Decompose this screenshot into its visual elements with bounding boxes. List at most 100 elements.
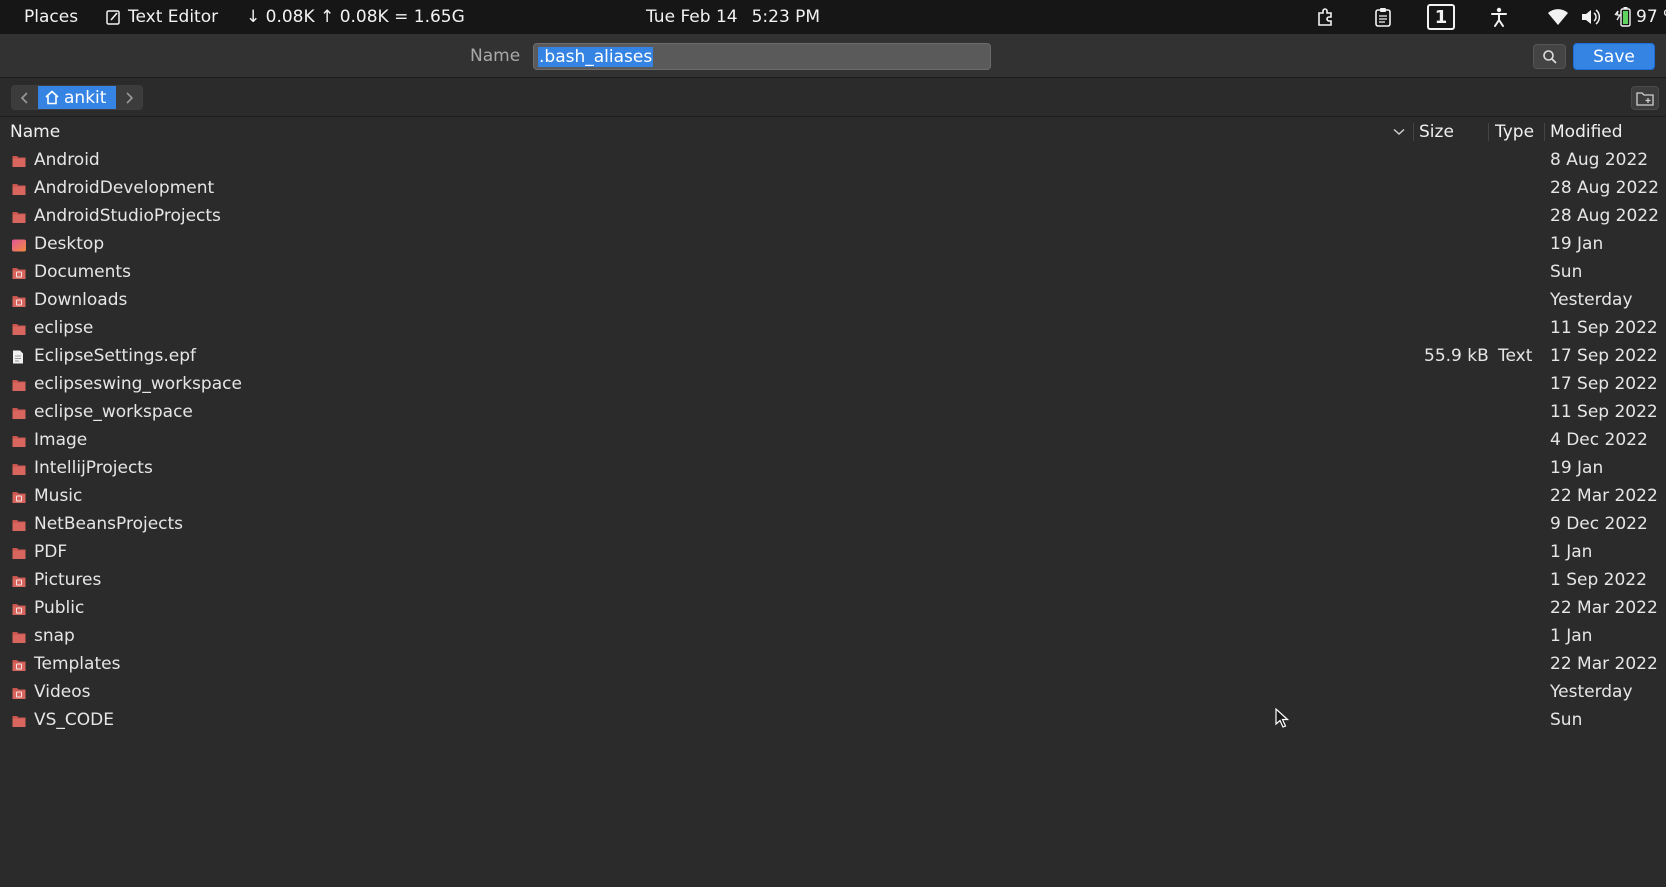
- battery-indicator[interactable]: 97 %: [1612, 0, 1666, 34]
- file-name: EclipseSettings.epf: [34, 346, 197, 366]
- places-menu[interactable]: Places: [24, 0, 78, 34]
- column-name[interactable]: Name: [10, 118, 60, 146]
- desktop-folder-icon: [12, 237, 26, 252]
- file-row[interactable]: Videos Yesterday: [4, 678, 1666, 706]
- net-speed-indicator[interactable]: ↓ 0.08K ↑ 0.08K = 1.65G: [246, 0, 465, 34]
- file-row[interactable]: AndroidStudioProjects 28 Aug 2022: [4, 202, 1666, 230]
- column-divider[interactable]: [1488, 123, 1489, 141]
- column-divider[interactable]: [1413, 123, 1414, 141]
- new-folder-button[interactable]: [1631, 86, 1659, 110]
- file-row[interactable]: EclipseSettings.epf 55.9 kB Text 17 Sep 202…: [4, 342, 1666, 370]
- file-row[interactable]: PDF 1 Jan: [4, 538, 1666, 566]
- file-name: PDF: [34, 542, 68, 562]
- file-row[interactable]: Music 22 Mar 2022: [4, 482, 1666, 510]
- column-type[interactable]: Type: [1495, 118, 1534, 146]
- app-menu[interactable]: Text Editor: [106, 0, 218, 34]
- file-modified: 4 Dec 2022: [1550, 430, 1648, 450]
- file-row[interactable]: Downloads Yesterday: [4, 286, 1666, 314]
- file-name: Downloads: [34, 290, 128, 310]
- app-name: Text Editor: [128, 7, 219, 27]
- file-modified: 28 Aug 2022: [1550, 206, 1659, 226]
- file-modified: 9 Dec 2022: [1550, 514, 1648, 534]
- file-modified: 17 Sep 2022: [1550, 374, 1658, 394]
- file-row[interactable]: Android 8 Aug 2022: [4, 146, 1666, 174]
- folder-icon: [12, 657, 26, 671]
- file-name: IntellijProjects: [34, 458, 153, 478]
- file-modified: Yesterday: [1550, 682, 1633, 702]
- column-size[interactable]: Size: [1419, 118, 1454, 146]
- breadcrumb-back-button[interactable]: [12, 86, 38, 109]
- battery-percent: 97 %: [1636, 7, 1666, 27]
- clock-time: 5:23 PM: [751, 7, 821, 27]
- accessibility-icon[interactable]: [1489, 0, 1509, 34]
- folder-icon: [12, 321, 26, 335]
- text-file-icon: [12, 349, 26, 364]
- search-button[interactable]: [1533, 44, 1566, 69]
- filename-input[interactable]: .bash_aliases: [533, 43, 991, 70]
- file-name: Desktop: [34, 234, 105, 254]
- file-row[interactable]: Desktop 19 Jan: [4, 230, 1666, 258]
- column-divider[interactable]: [1544, 123, 1545, 141]
- folder-icon: [12, 377, 26, 391]
- file-modified: 17 Sep 2022: [1550, 346, 1658, 366]
- file-modified: 1 Jan: [1550, 542, 1593, 562]
- file-row[interactable]: Pictures 1 Sep 2022: [4, 566, 1666, 594]
- home-icon: [45, 90, 59, 105]
- folder-icon: [12, 601, 26, 615]
- file-rows: Android 8 Aug 2022 AndroidDevelopment 28 Au…: [4, 146, 1666, 734]
- file-row[interactable]: NetBeansProjects 9 Dec 2022: [4, 510, 1666, 538]
- clock[interactable]: Tue Feb 14 5:23 PM: [646, 0, 820, 34]
- chevron-right-icon: [126, 91, 134, 104]
- clipboard-icon[interactable]: [1373, 0, 1393, 34]
- column-modified[interactable]: Modified: [1550, 118, 1623, 146]
- file-row[interactable]: Public 22 Mar 2022: [4, 594, 1666, 622]
- breadcrumb: ankit: [11, 85, 144, 110]
- folder-icon: [12, 685, 26, 699]
- column-header: Name Size Type Modified: [4, 118, 1666, 146]
- volume-icon[interactable]: [1580, 0, 1602, 34]
- filename-selected-text: .bash_aliases: [538, 46, 654, 67]
- file-modified: Sun: [1550, 262, 1583, 282]
- text-editor-icon: [106, 9, 121, 25]
- folder-icon: [12, 433, 26, 447]
- battery-icon: [1612, 6, 1632, 28]
- file-row[interactable]: Documents Sun: [4, 258, 1666, 286]
- breadcrumb-home[interactable]: ankit: [38, 86, 117, 109]
- extensions-icon[interactable]: [1315, 0, 1337, 34]
- chevron-left-icon: [20, 91, 28, 104]
- file-row[interactable]: Image 4 Dec 2022: [4, 426, 1666, 454]
- dialog-header: Name .bash_aliases Save: [0, 34, 1666, 78]
- folder-icon: [12, 209, 26, 223]
- folder-icon: [12, 181, 26, 195]
- file-row[interactable]: Templates 22 Mar 2022: [4, 650, 1666, 678]
- file-row[interactable]: eclipse 11 Sep 2022: [4, 314, 1666, 342]
- file-modified: 22 Mar 2022: [1550, 598, 1658, 618]
- new-folder-icon: [1636, 91, 1654, 106]
- wifi-icon[interactable]: [1547, 0, 1569, 34]
- file-row[interactable]: IntellijProjects 19 Jan: [4, 454, 1666, 482]
- file-name: AndroidDevelopment: [34, 178, 215, 198]
- folder-icon: [12, 489, 26, 503]
- workspace-indicator[interactable]: 1: [1427, 0, 1455, 34]
- workspace-number: 1: [1427, 4, 1455, 30]
- file-name: VS_CODE: [34, 710, 115, 730]
- folder-icon: [12, 517, 26, 531]
- file-name: Image: [34, 430, 88, 450]
- file-row[interactable]: eclipseswing_workspace 17 Sep 2022: [4, 370, 1666, 398]
- file-type: Text: [1498, 346, 1533, 366]
- save-button[interactable]: Save: [1573, 43, 1655, 70]
- file-modified: 22 Mar 2022: [1550, 654, 1658, 674]
- file-modified: 8 Aug 2022: [1550, 150, 1649, 170]
- folder-icon: [12, 265, 26, 279]
- file-row[interactable]: snap 1 Jan: [4, 622, 1666, 650]
- mouse-cursor-icon: [1275, 708, 1289, 728]
- file-row[interactable]: eclipse_workspace 11 Sep 2022: [4, 398, 1666, 426]
- file-row[interactable]: VS_CODE Sun: [4, 706, 1666, 734]
- file-name: Music: [34, 486, 83, 506]
- file-list: Name Size Type Modified Android 8 Aug 202…: [4, 118, 1666, 887]
- sort-chevron-icon[interactable]: [1393, 118, 1405, 146]
- folder-icon: [12, 405, 26, 419]
- file-row[interactable]: AndroidDevelopment 28 Aug 2022: [4, 174, 1666, 202]
- folder-icon: [12, 461, 26, 475]
- breadcrumb-forward-button[interactable]: [116, 86, 143, 109]
